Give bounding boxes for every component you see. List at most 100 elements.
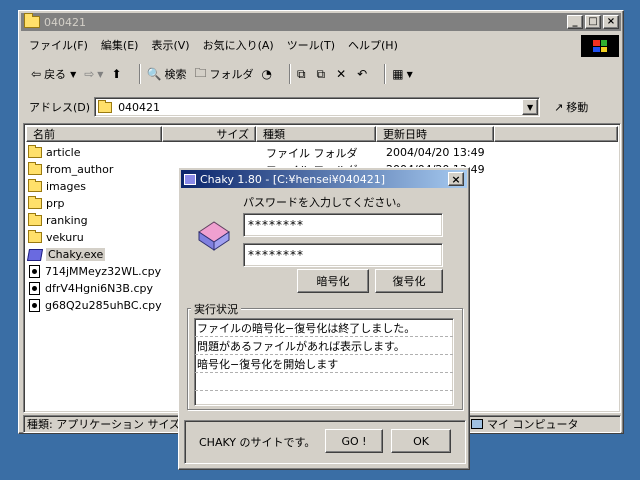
cpy-file-icon — [29, 299, 40, 312]
toolbar-separator — [288, 64, 291, 84]
column-header-modified[interactable]: 更新日時 — [376, 126, 494, 142]
folder-icon — [28, 162, 42, 175]
site-text: CHAKY のサイトです。 — [199, 436, 316, 449]
list-item[interactable]: article ファイル フォルダ 2004/04/20 13:49 — [28, 144, 485, 161]
up-folder-icon: ⬆ — [111, 67, 122, 81]
search-button[interactable]: 🔍 検索 — [147, 66, 187, 82]
address-dropdown-button[interactable]: ▼ — [522, 99, 539, 115]
close-button[interactable]: × — [603, 15, 619, 29]
forward-button[interactable]: ⇨ ▼ — [84, 67, 103, 81]
address-bar: アドレス(D) 040421 ▼ ↗ 移動 — [23, 95, 619, 119]
go-button[interactable]: ↗ 移動 — [554, 99, 588, 115]
menu-tools[interactable]: ツール(T) — [287, 37, 335, 53]
address-input[interactable]: 040421 ▼ — [94, 97, 541, 117]
go-arrow-icon: ↗ — [554, 100, 564, 114]
folder-icon — [28, 145, 42, 158]
encrypt-button[interactable]: 暗号化 — [297, 269, 369, 293]
folder-icon — [28, 230, 42, 243]
toolbar-separator — [384, 64, 387, 84]
toolbar-separator — [138, 64, 141, 84]
chevron-down-icon: ▼ — [97, 69, 104, 79]
address-value: 040421 — [118, 100, 161, 114]
password-prompt: パスワードを入力してください。 — [243, 196, 408, 209]
dialog-footer: CHAKY のサイトです。 GO ! OK — [184, 420, 466, 464]
toolbar: ⇦ 戻る ▼ ⇨ ▼ ⬆ 🔍 検索 🗀 フォルダ ◔ ⧉ ⧉ ✕ ↶ ▦ ▼ — [23, 61, 619, 87]
column-header-type[interactable]: 種類 — [256, 126, 376, 142]
column-header-size[interactable]: サイズ — [162, 126, 256, 142]
chaky-envelope-icon — [198, 221, 230, 251]
undo-icon: ↶ — [357, 67, 368, 81]
history-button[interactable]: ◔ — [261, 67, 274, 81]
menu-favorites[interactable]: お気に入り(A) — [203, 37, 274, 53]
move-to-button[interactable]: ⧉ — [297, 67, 309, 82]
address-label: アドレス(D) — [29, 101, 91, 114]
views-icon: ▦ — [392, 67, 404, 81]
delete-button[interactable]: ✕ — [336, 67, 349, 81]
chaky-dialog: Chaky 1.80 - [C:¥hensei¥040421] × パスワードを… — [178, 167, 470, 470]
list-item[interactable]: g68Q2u285uhBC.cpy — [28, 297, 162, 314]
windows-logo-icon — [581, 35, 619, 57]
explorer-title: 040421 — [44, 15, 86, 29]
folder-icon — [98, 99, 113, 113]
undo-button[interactable]: ↶ — [357, 67, 370, 81]
my-computer-icon — [471, 419, 483, 429]
log-line: 問題があるファイルがあれば表示します。 — [195, 337, 453, 355]
log-line: ファイルの暗号化−復号化は終了しました。 — [195, 319, 453, 337]
dialog-close-button[interactable]: × — [448, 172, 464, 186]
chevron-down-icon: ▼ — [406, 69, 413, 79]
status-zone: マイ コンピュータ — [467, 415, 621, 433]
cpy-file-icon — [29, 265, 40, 278]
dialog-titlebar[interactable]: Chaky 1.80 - [C:¥hensei¥040421] × — [181, 170, 467, 188]
log-line: 暗号化−復号化を開始します — [195, 355, 453, 373]
list-item[interactable]: prp — [28, 195, 65, 212]
dialog-title: Chaky 1.80 - [C:¥hensei¥040421] — [200, 172, 386, 186]
decrypt-button[interactable]: 復号化 — [375, 269, 443, 293]
menu-view[interactable]: 表示(V) — [151, 37, 189, 53]
back-arrow-icon: ⇦ — [31, 67, 42, 81]
folder-icon — [28, 213, 42, 226]
password-input-1[interactable]: ******** — [243, 213, 443, 237]
forward-arrow-icon: ⇨ — [84, 67, 95, 81]
back-button[interactable]: ⇦ 戻る ▼ — [31, 66, 76, 82]
column-header-filler — [494, 126, 618, 142]
list-item[interactable]: 714jMMeyz32WL.cpy — [28, 263, 161, 280]
copy-to-button[interactable]: ⧉ — [317, 67, 329, 82]
copy-to-icon: ⧉ — [316, 66, 326, 81]
exe-icon — [26, 248, 44, 261]
folders-button[interactable]: 🗀 フォルダ — [194, 64, 253, 85]
ok-button[interactable]: OK — [391, 429, 451, 453]
log-list[interactable]: ファイルの暗号化−復号化は終了しました。 問題があるファイルがあれば表示します。… — [194, 318, 454, 406]
explorer-titlebar[interactable]: 040421 _ □ × — [21, 13, 621, 31]
list-item[interactable]: dfrV4Hgni6N3B.cpy — [28, 280, 153, 297]
list-item[interactable]: Chaky.exe — [26, 246, 106, 263]
delete-icon: ✕ — [336, 67, 347, 81]
folders-icon: 🗀 — [194, 65, 207, 80]
search-icon: 🔍 — [146, 67, 162, 81]
go-site-button[interactable]: GO ! — [325, 429, 383, 453]
chevron-down-icon: ▼ — [526, 102, 534, 112]
up-folder-button[interactable]: ⬆ — [111, 67, 124, 81]
minimize-button[interactable]: _ — [567, 15, 583, 29]
column-header-name[interactable]: 名前 — [26, 126, 162, 142]
password-input-2[interactable]: ******** — [243, 243, 443, 267]
history-icon: ◔ — [261, 67, 272, 81]
menu-bar: ファイル(F) 編集(E) 表示(V) お気に入り(A) ツール(T) ヘルプ(… — [23, 35, 583, 55]
list-item[interactable]: from_author ファイル フォルダ 2004/04/20 13:49 — [28, 161, 485, 178]
log-line — [195, 373, 453, 391]
folder-icon — [24, 13, 40, 28]
list-item[interactable]: ranking — [28, 212, 88, 229]
chaky-app-icon — [184, 173, 196, 185]
menu-help[interactable]: ヘルプ(H) — [348, 37, 398, 53]
progress-group-label: 実行状況 — [191, 301, 241, 317]
views-button[interactable]: ▦ ▼ — [392, 67, 413, 81]
folder-icon — [28, 196, 42, 209]
menu-edit[interactable]: 編集(E) — [101, 37, 139, 53]
chevron-down-icon: ▼ — [70, 69, 77, 79]
list-item[interactable]: images — [28, 178, 86, 195]
list-item[interactable]: vekuru — [28, 229, 84, 246]
folder-icon — [28, 179, 42, 192]
move-to-icon: ⧉ — [296, 66, 306, 81]
menu-file[interactable]: ファイル(F) — [29, 37, 88, 53]
maximize-button[interactable]: □ — [585, 15, 601, 29]
cpy-file-icon — [29, 282, 40, 295]
